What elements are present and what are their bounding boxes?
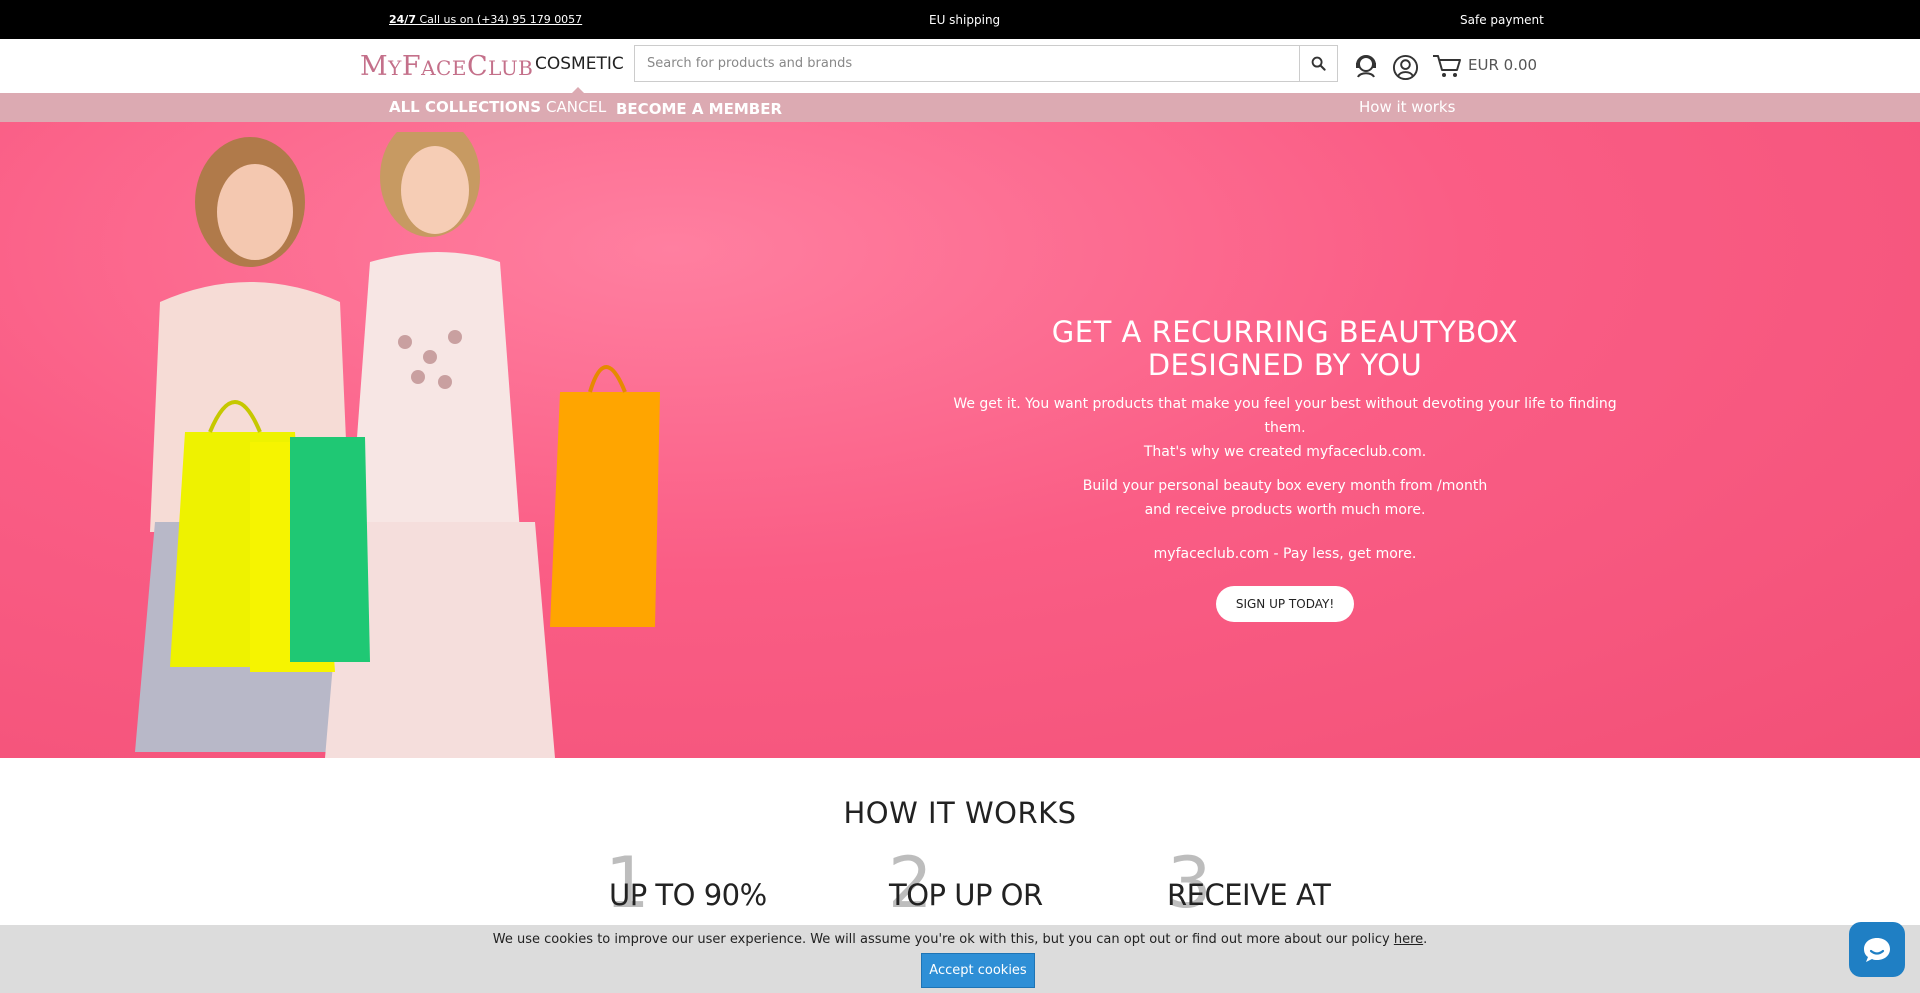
accept-cookies-button[interactable]: Accept cookies [921,953,1035,988]
step-label: RECEIVE AT [1167,878,1331,912]
cart-button[interactable] [1432,53,1462,79]
logo-part: M [360,51,389,82]
hero-text-line: That's why we created myfaceclub.com. [1143,444,1427,460]
cookie-text-end: . [1423,932,1428,947]
hero-paragraph: We get it. You want products that make y… [940,392,1630,464]
logo-part: C [466,51,489,82]
safe-payment-label: Safe payment [1460,13,1544,27]
search-button[interactable] [1299,46,1337,81]
logo[interactable]: MYFACECLUB [360,51,533,82]
call-us-link[interactable]: 24/7 Call us on (+34) 95 179 0057 [389,13,582,26]
chat-bubble-icon [1864,937,1890,962]
cookie-text: We use cookies to improve our user exper… [492,932,1394,947]
eu-shipping-label: EU shipping [929,13,1001,27]
hero-copy: GET A RECURRING BEAUTYBOX DESIGNED BY YOU… [940,316,1630,622]
user-icon [1392,54,1418,80]
cookie-policy-link[interactable]: here [1394,932,1423,947]
nav-all-collections[interactable]: ALL COLLECTIONS [389,98,541,116]
how-it-works-title: HOW IT WORKS [843,796,1077,830]
hero-illustration [135,132,660,758]
support-button[interactable] [1352,52,1380,80]
hero-title-line: GET A RECURRING BEAUTYBOX [1051,315,1519,349]
cookie-banner: We use cookies to improve our user exper… [0,925,1920,993]
nav-how-it-works[interactable]: How it works [1359,98,1455,116]
search-input[interactable] [635,46,1300,81]
search-icon [1311,56,1326,71]
step-label: UP TO 90% [609,878,767,912]
cart-icon [1433,55,1461,77]
section-label[interactable]: COSMETIC [535,54,624,74]
hero-text-line: and receive products worth much more. [1144,502,1426,518]
top-bar: 24/7 Call us on (+34) 95 179 0057 EU shi… [0,0,1920,39]
logo-part: LUB [488,56,534,80]
header: MYFACECLUB COSMETIC EUR 0.00 [0,39,1920,94]
step-label: TOP UP OR [889,878,1043,912]
cart-total[interactable]: EUR 0.00 [1468,56,1537,74]
hero-tagline: myfaceclub.com - Pay less, get more. [1153,546,1417,562]
call-number: Call us on (+34) 95 179 0057 [415,13,583,26]
hero-title: GET A RECURRING BEAUTYBOX DESIGNED BY YOU [940,316,1630,382]
main-nav: ALL COLLECTIONS CANCEL BECOME A MEMBER H… [0,93,1920,122]
cookie-message: We use cookies to improve our user exper… [0,932,1920,947]
hero-paragraph: Build your personal beauty box every mon… [940,474,1630,522]
nav-become-member[interactable]: BECOME A MEMBER [616,100,782,118]
support-agent-icon [1356,55,1376,78]
call-hours: 24/7 [389,13,416,26]
chat-button[interactable] [1849,922,1905,977]
signup-button[interactable]: SIGN UP TODAY! [1215,586,1355,622]
logo-part: ACE [421,56,467,80]
hero-banner: GET A RECURRING BEAUTYBOX DESIGNED BY YOU… [0,122,1920,758]
hero-text-line: We get it. You want products that make y… [953,396,1617,436]
hero-text-line: Build your personal beauty box every mon… [1082,478,1488,494]
account-button[interactable] [1391,53,1419,81]
logo-part: F [401,51,422,82]
nav-cancel[interactable]: CANCEL [546,98,606,116]
search-box [634,45,1338,82]
logo-part: Y [388,56,402,80]
hero-title-line: DESIGNED BY YOU [1147,348,1423,382]
